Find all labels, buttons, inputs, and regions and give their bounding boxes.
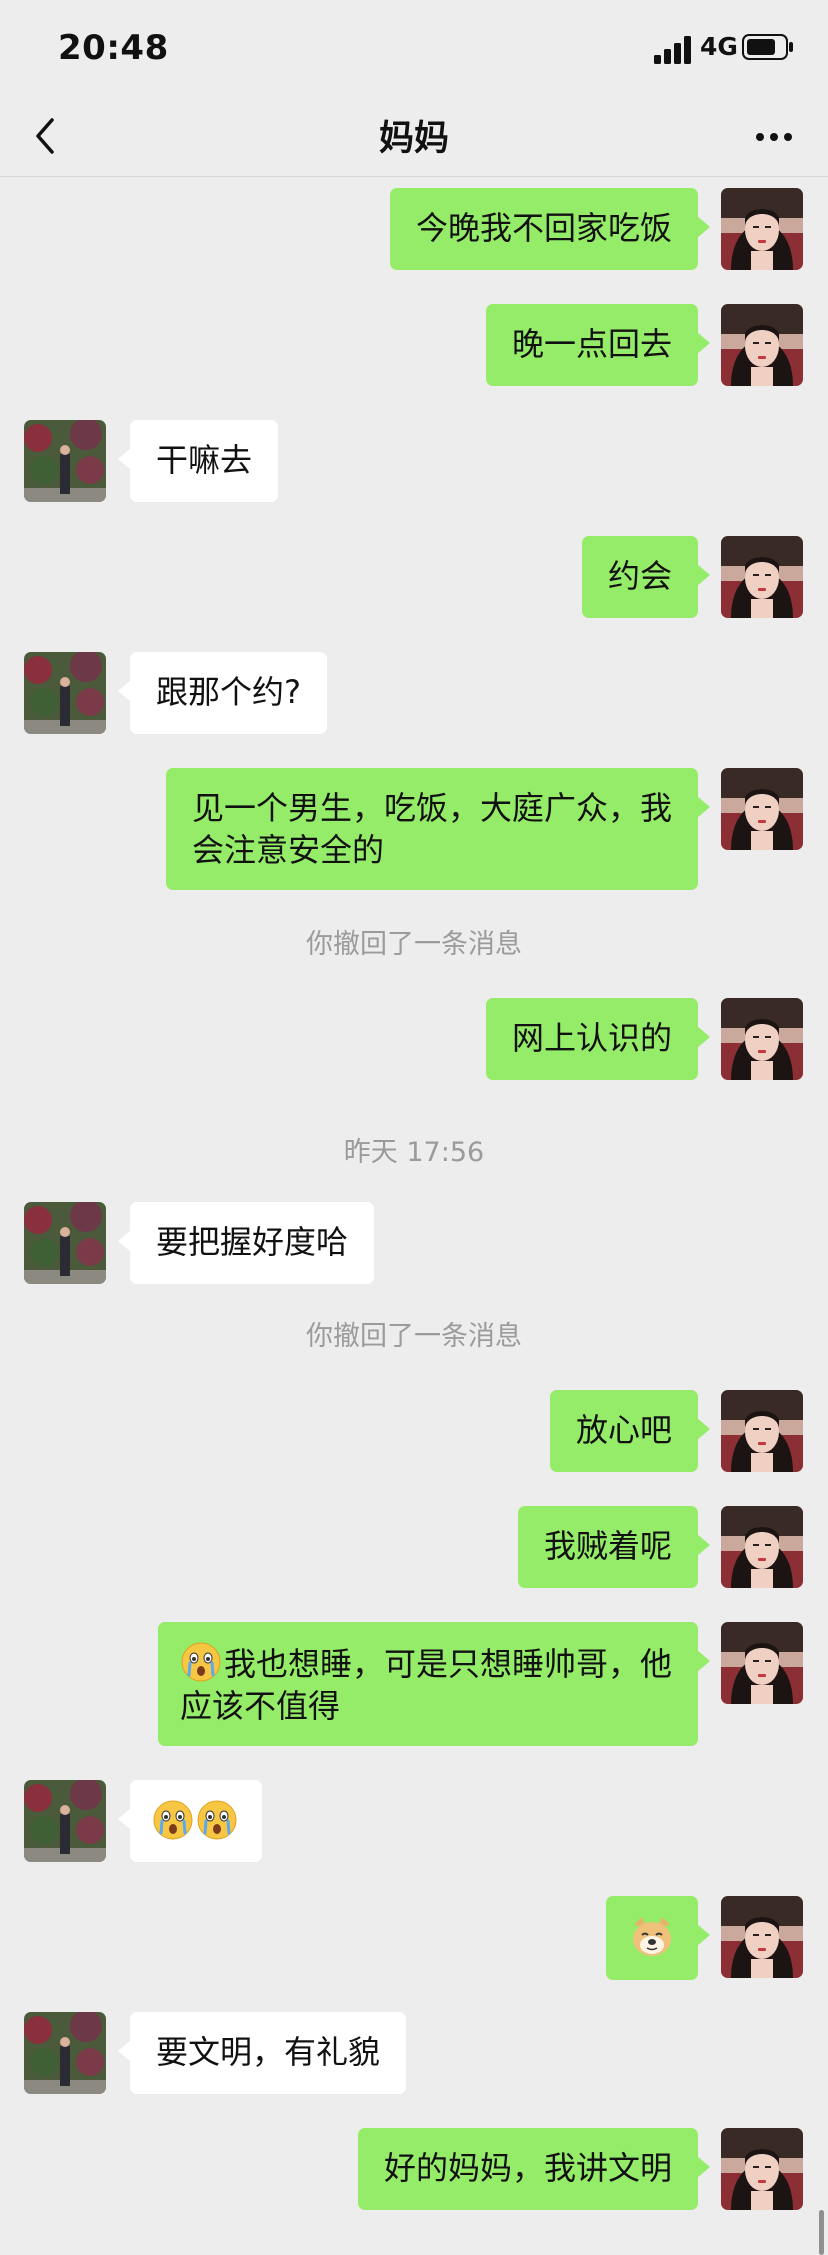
message-bubble[interactable]: 要文明，有礼貌	[117, 2012, 407, 2094]
my-avatar[interactable]	[721, 1622, 803, 1704]
my-avatar[interactable]	[721, 2128, 803, 2210]
my-avatar[interactable]	[721, 1390, 803, 1472]
more-dots-icon[interactable]	[754, 122, 794, 152]
message-bubble[interactable]: 我贼着呢	[517, 1506, 711, 1588]
shocked-crying-emoji-icon	[180, 1641, 222, 1683]
message-bubble[interactable]: 要把握好度哈	[117, 1202, 375, 1284]
message-bubble[interactable]: 干嘛去	[117, 420, 279, 502]
shocked-crying-emoji-icon	[196, 1799, 238, 1841]
scrollbar[interactable]	[819, 2210, 824, 2255]
my-avatar[interactable]	[721, 998, 803, 1080]
my-avatar[interactable]	[721, 536, 803, 618]
message-bubble[interactable]: 见一个男生，吃饭，大庭广众，我 会注意安全的	[165, 768, 711, 890]
chat-header: 妈妈	[0, 96, 828, 177]
recall-notice: 你撤回了一条消息	[306, 1321, 522, 1352]
message-bubble[interactable]: 网上认识的	[485, 998, 711, 1080]
message-bubble[interactable]: 我也想睡，可是只想睡帅哥，他 应该不值得	[157, 1622, 711, 1746]
message-bubble[interactable]: 今晚我不回家吃饭	[389, 188, 711, 270]
battery-icon	[742, 34, 793, 60]
message-bubble[interactable]	[606, 1896, 710, 1980]
recall-notice: 你撤回了一条消息	[306, 929, 522, 960]
message-line: 会注意安全的	[191, 831, 384, 869]
my-avatar[interactable]	[721, 768, 803, 850]
contact-avatar[interactable]	[24, 2012, 106, 2094]
status-bar: 20:48 4G	[0, 0, 828, 96]
clock: 20:48	[58, 28, 169, 68]
message-line: 我也想睡，可是只想睡帅哥，他	[180, 1641, 672, 1685]
network-type: 4G	[700, 32, 738, 61]
my-avatar[interactable]	[721, 1896, 803, 1978]
shocked-crying-emoji-icon	[152, 1799, 194, 1841]
my-avatar[interactable]	[721, 304, 803, 386]
my-avatar[interactable]	[721, 188, 803, 270]
message-line: 应该不值得	[179, 1687, 340, 1725]
signal-icon	[654, 36, 691, 64]
contact-avatar[interactable]	[24, 420, 106, 502]
message-bubble[interactable]: 好的妈妈，我讲文明	[357, 2128, 711, 2210]
chat-title: 妈妈	[378, 119, 449, 159]
contact-avatar[interactable]	[24, 1202, 106, 1284]
doge-sticker-icon	[630, 1915, 674, 1959]
message-text: 我也想睡，可是只想睡帅哥，他	[223, 1645, 672, 1683]
message-bubble[interactable]	[118, 1780, 262, 1862]
timestamp: 昨天 17:56	[343, 1137, 485, 1168]
message-bubble[interactable]: 放心吧	[549, 1390, 711, 1472]
message-line: 见一个男生，吃饭，大庭广众，我	[191, 789, 672, 827]
contact-avatar[interactable]	[24, 1780, 106, 1862]
contact-avatar[interactable]	[24, 652, 106, 734]
my-avatar[interactable]	[721, 1506, 803, 1588]
message-bubble[interactable]: 约会	[581, 536, 711, 618]
message-bubble[interactable]: 晚一点回去	[485, 304, 711, 386]
message-bubble[interactable]: 跟那个约?	[118, 652, 327, 734]
